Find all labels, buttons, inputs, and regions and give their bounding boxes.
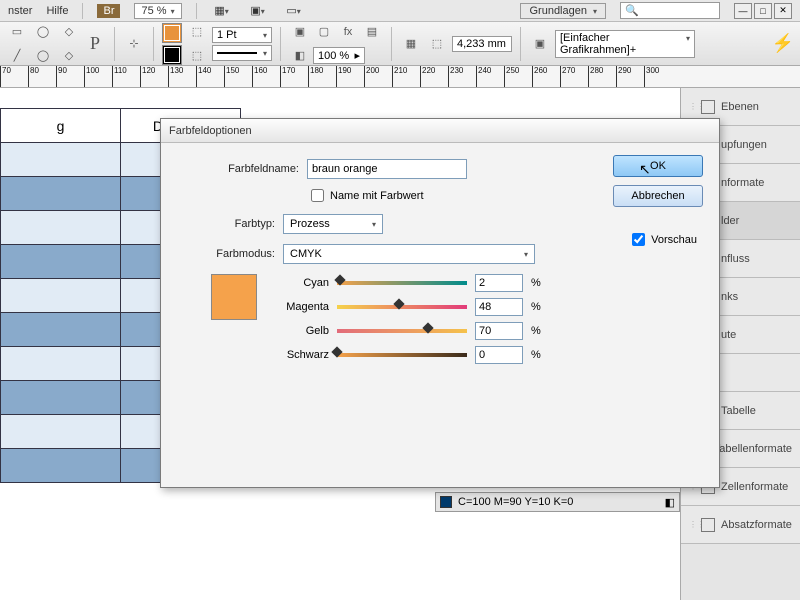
swatch-name-input[interactable]	[307, 159, 467, 179]
paragraph-icon[interactable]: P	[84, 33, 106, 55]
screen-mode-icon[interactable]: ▣	[247, 0, 269, 22]
opacity-input[interactable]: 100 %▸	[313, 47, 365, 64]
magenta-slider[interactable]	[337, 302, 467, 312]
swatch-cmyk-icon: ◧	[665, 496, 675, 509]
menu-item[interactable]: Hilfe	[46, 5, 68, 17]
text-wrap-icon[interactable]: ▦	[400, 33, 422, 55]
ellipse-tool-icon[interactable]: ◯	[32, 21, 54, 43]
corner-icon[interactable]: ▢	[313, 21, 335, 43]
stroke-swatch[interactable]	[162, 45, 182, 65]
wrap-icon[interactable]: ▤	[361, 21, 383, 43]
channel-label: Gelb	[271, 325, 329, 337]
name-label: Farbfeldname:	[179, 163, 299, 175]
colortype-label: Farbtyp:	[179, 218, 275, 230]
blend-icon[interactable]: ◧	[289, 45, 311, 67]
zoom-level[interactable]: 75 %	[134, 3, 181, 19]
rect-tool-icon[interactable]: ▭	[6, 21, 28, 43]
channel-label: Magenta	[271, 301, 329, 313]
view-options-icon[interactable]: ▦	[211, 0, 233, 22]
fx-icon[interactable]: fx	[337, 21, 359, 43]
bridge-button[interactable]: Br	[97, 4, 120, 18]
colortype-dropdown[interactable]: Prozess	[283, 214, 383, 234]
quick-apply-icon[interactable]: ⚡	[772, 33, 794, 55]
stroke-weight-dropdown[interactable]: 1 Pt	[212, 27, 272, 43]
ok-button[interactable]: OK	[613, 155, 703, 177]
poly2-icon[interactable]: ◇	[58, 45, 80, 67]
menu-bar: nster Hilfe Br 75 % ▦ ▣ ▭ Grundlagen 🔍 —…	[0, 0, 800, 22]
cancel-button[interactable]: Abbrechen	[613, 185, 703, 207]
gelb-value-input[interactable]	[475, 322, 523, 340]
fill-swatch[interactable]	[162, 23, 182, 43]
dialog-title: Farbfeldoptionen	[161, 119, 719, 143]
workspace-dropdown[interactable]: Grundlagen	[520, 3, 606, 19]
channel-label: Cyan	[271, 277, 329, 289]
horizontal-ruler: 7080901001101201301401501601701801902002…	[0, 66, 800, 88]
swatch-formula: C=100 M=90 Y=10 K=0	[458, 496, 573, 508]
poly-tool-icon[interactable]: ◇	[58, 21, 80, 43]
maximize-button[interactable]: □	[754, 3, 772, 19]
object-style-dropdown[interactable]: [Einfacher Grafikrahmen]+	[555, 30, 695, 58]
effects-btn-icon[interactable]: ▣	[289, 21, 311, 43]
schwarz-slider[interactable]	[337, 350, 467, 360]
frame-icon[interactable]: ⬚	[426, 33, 448, 55]
object-style-icon[interactable]: ▣	[529, 33, 551, 55]
ellipse2-icon[interactable]: ◯	[32, 45, 54, 67]
control-toolbar: ▭╱ ◯◯ ◇◇ P ⊹ ⬚⬚ 1 Pt ▣▢fx▤ ◧100 %▸ ▦ ⬚ 4…	[0, 22, 800, 66]
colormode-label: Farbmodus:	[179, 248, 275, 260]
search-input[interactable]: 🔍	[620, 2, 720, 19]
line-tool-icon[interactable]: ╱	[6, 45, 28, 67]
color-preview-swatch	[211, 274, 257, 320]
channel-label: Schwarz	[271, 349, 329, 361]
arrange-icon[interactable]: ▭	[283, 0, 305, 22]
swatch-options-dialog: Farbfeldoptionen OK Abbrechen Vorschau F…	[160, 118, 720, 488]
cyan-slider[interactable]	[337, 278, 467, 288]
colormode-dropdown[interactable]: CMYK	[283, 244, 535, 264]
panel-tab[interactable]: ⋮⋮Absatzformate	[681, 506, 800, 544]
minimize-button[interactable]: —	[734, 3, 752, 19]
measure-input[interactable]: 4,233 mm	[452, 36, 512, 52]
magenta-value-input[interactable]	[475, 298, 523, 316]
close-button[interactable]: ✕	[774, 3, 792, 19]
table-header: g	[1, 109, 121, 143]
cyan-value-input[interactable]	[475, 274, 523, 292]
swap-icon[interactable]: ⬚	[186, 21, 208, 43]
apply-icon[interactable]: ⬚	[186, 45, 208, 67]
schwarz-value-input[interactable]	[475, 346, 523, 364]
swatch-preview-icon	[440, 496, 452, 508]
preview-checkbox[interactable]: Vorschau	[632, 233, 697, 246]
swatch-info-bar: C=100 M=90 Y=10 K=0 ◧	[435, 492, 680, 512]
stroke-style-dropdown[interactable]	[212, 45, 272, 61]
menu-item[interactable]: nster	[8, 5, 32, 17]
gelb-slider[interactable]	[337, 326, 467, 336]
align-icon[interactable]: ⊹	[123, 33, 145, 55]
